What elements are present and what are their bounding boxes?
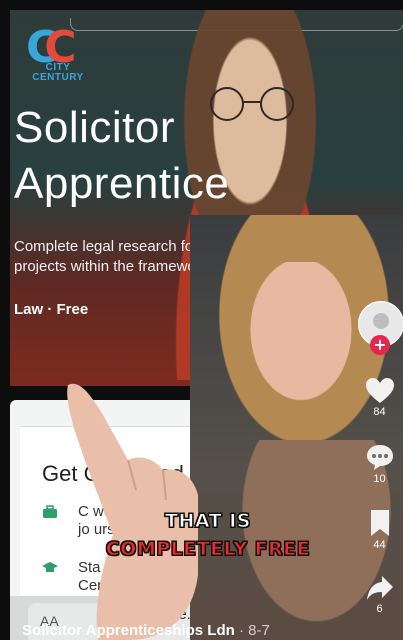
video-caption: THAT IS COMPLETELY FREE — [64, 507, 352, 563]
like-button[interactable]: 84 — [356, 377, 403, 418]
share-arrow-icon — [366, 576, 393, 600]
save-button[interactable]: 44 — [356, 509, 403, 551]
share-count: 6 — [376, 603, 383, 615]
city-century-logo: CC CITY CENTURY — [26, 22, 90, 84]
account-name: Solicitor Apprenticeships Ldn — [22, 622, 235, 639]
presenter-face — [242, 262, 360, 412]
save-count: 44 — [373, 539, 386, 551]
like-count: 84 — [373, 406, 386, 418]
caption-line-1: THAT IS — [165, 510, 251, 533]
comment-count: 10 — [373, 473, 386, 485]
post-date: · 8-7 — [238, 622, 270, 639]
briefcase-icon — [43, 505, 57, 518]
job-tags: Law · Free — [14, 301, 89, 318]
action-rail: + 84 10 44 6 — [356, 297, 403, 637]
caption-line-2: COMPLETELY FREE — [105, 538, 311, 561]
account-name-link[interactable]: Solicitor Apprenticeships Ldn · 8-7 — [22, 622, 270, 639]
logo-name: CITY CENTURY — [32, 62, 84, 83]
video-stage[interactable]: CC CITY CENTURY Solicitor Apprentice Com… — [0, 0, 403, 640]
bookmark-icon — [370, 510, 389, 536]
avatar-placeholder-icon — [373, 313, 389, 329]
job-title: Solicitor Apprentice — [14, 103, 230, 208]
graduation-cap-icon — [42, 562, 58, 572]
comment-button[interactable]: 10 — [356, 443, 403, 485]
heart-icon — [365, 378, 394, 403]
follow-plus-icon[interactable]: + — [370, 335, 390, 355]
comment-bubble-icon — [366, 445, 393, 470]
share-button[interactable]: 6 — [356, 575, 403, 615]
